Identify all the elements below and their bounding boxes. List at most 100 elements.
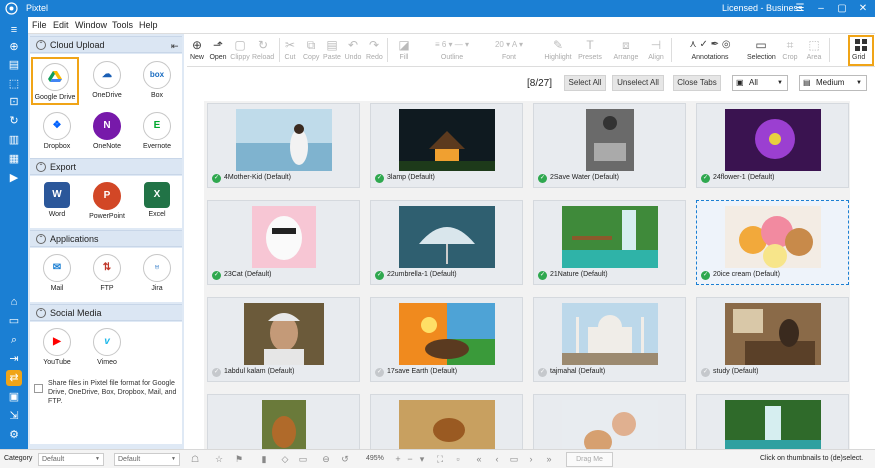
menu-help[interactable]: Help — [139, 20, 158, 30]
evernote-item[interactable]: E Evernote — [133, 108, 181, 156]
menu-tools[interactable]: Tools — [112, 20, 133, 30]
menu-window[interactable]: Window — [75, 20, 107, 30]
export-icon[interactable]: ⇥ — [6, 351, 22, 367]
thumbnail-card[interactable] — [696, 394, 849, 449]
thumbnail-card[interactable]: ✓ 17save Earth (Default) — [370, 297, 523, 382]
clippy-button[interactable]: ▢ Clippy — [229, 36, 251, 66]
annotations-button[interactable]: ⋏ ✓ ✒ ◎ Annotations — [675, 36, 745, 66]
region-icon[interactable]: ⊡ — [6, 94, 22, 110]
history-icon[interactable]: ↺ — [339, 453, 351, 466]
history-icon[interactable]: ↻ — [6, 113, 22, 129]
thumbnail-card[interactable]: ✓ 20ice cream (Default) — [696, 200, 849, 285]
menu-icon[interactable]: ☰ — [792, 1, 808, 16]
align-button[interactable]: ⊣ Align — [645, 36, 667, 66]
select-all-button[interactable]: Select All — [564, 75, 606, 91]
zoom-minus-icon[interactable]: − — [404, 453, 416, 466]
export-header[interactable]: ⌃ Export — [30, 158, 182, 175]
bookmark-icon[interactable]: ▮ — [258, 453, 270, 466]
comment-icon[interactable]: ▭ — [297, 453, 309, 466]
thumbnail-card[interactable]: ✓ 23Cat (Default) — [207, 200, 360, 285]
cut-button[interactable]: ✂ Cut — [283, 36, 297, 66]
page-icon[interactable]: ▭ — [508, 453, 520, 466]
menu-file[interactable]: File — [32, 20, 47, 30]
folder-icon[interactable]: ▭ — [6, 313, 22, 329]
prev-page-icon[interactable]: ‹ — [491, 453, 503, 466]
menu-edit[interactable]: Edit — [53, 20, 69, 30]
crop-button[interactable]: ⌗ Crop — [782, 36, 798, 66]
applications-header[interactable]: ⌃ Applications — [30, 230, 182, 247]
share-format-checkbox[interactable] — [34, 384, 43, 393]
undo-button[interactable]: ↶ Undo — [344, 36, 362, 66]
last-page-icon[interactable]: » — [543, 453, 555, 466]
size-select[interactable]: ▤ Medium ▼ — [799, 75, 867, 91]
add-icon[interactable]: ⊕ — [6, 39, 22, 55]
vimeo-item[interactable]: v Vimeo — [83, 324, 131, 372]
category-select[interactable]: Default ▼ — [38, 453, 104, 466]
thumbnail-card[interactable]: ✓ 21Nature (Default) — [533, 200, 686, 285]
grid-button[interactable]: Grid — [848, 35, 874, 66]
login-icon[interactable]: ⇲ — [6, 408, 22, 424]
search-icon[interactable]: ⌕ — [6, 332, 22, 348]
outline-button[interactable]: ≡ 6 ▾ — ▾ Outline — [422, 36, 482, 66]
new-button[interactable]: ⊕ New — [189, 36, 205, 66]
drag-me-button[interactable]: Drag Me — [566, 452, 613, 467]
scan-icon[interactable]: ▥ — [6, 132, 22, 148]
onenote-item[interactable]: N OneNote — [83, 108, 131, 156]
paste-button[interactable]: ▤ Paste — [323, 36, 341, 66]
screen-capture-icon[interactable]: ⬚ — [6, 76, 22, 92]
open-button[interactable]: ⬏ Open — [208, 36, 228, 66]
star-icon[interactable]: ☆ — [213, 453, 225, 466]
page-icon[interactable]: ▦ — [6, 151, 22, 167]
selection-button[interactable]: ▭ Selection — [747, 36, 776, 66]
thumbnail-card[interactable]: ✓ study (Default) — [696, 297, 849, 382]
highlight-button[interactable]: ✎ Highlight — [543, 36, 573, 66]
presets-button[interactable]: T Presets — [577, 36, 603, 66]
fit-screen-icon[interactable]: ⛶ — [434, 453, 446, 466]
jira-item[interactable]: ♅ Jira — [133, 250, 181, 298]
thumbnail-card[interactable]: ✓ 3lamp (Default) — [370, 103, 523, 188]
arrange-button[interactable]: ⧈ Arrange — [612, 36, 640, 66]
fill-button[interactable]: ◪ Fill — [391, 36, 417, 66]
hamburger-icon[interactable]: ≡ — [6, 22, 22, 38]
mail-item[interactable]: ✉ Mail — [33, 250, 81, 298]
thumbnail-card[interactable]: ✓ 4Mother-Kid (Default) — [207, 103, 360, 188]
powerpoint-item[interactable]: P PowerPoint — [83, 178, 131, 226]
profile-icon[interactable]: ▣ — [6, 389, 22, 405]
thumbnail-card[interactable] — [370, 394, 523, 449]
flag-icon[interactable]: ⚑ — [233, 453, 245, 466]
maximize-icon[interactable]: ▢ — [834, 1, 850, 16]
dropbox-item[interactable]: ❖ Dropbox — [33, 108, 81, 156]
reload-button[interactable]: ↻ Reload — [252, 36, 274, 66]
tag-icon[interactable]: ☖ — [189, 453, 201, 466]
zoom-in-icon[interactable]: + — [392, 453, 404, 466]
thumbnail-card[interactable]: ✓ 24flower-1 (Default) — [696, 103, 849, 188]
next-page-icon[interactable]: › — [525, 453, 537, 466]
settings-icon[interactable]: ⚙ — [6, 427, 22, 443]
home-icon[interactable]: ⌂ — [6, 294, 22, 310]
chevron-down-icon[interactable]: ▾ — [416, 453, 428, 466]
label-icon[interactable]: ◇ — [279, 453, 291, 466]
thumbnail-card[interactable] — [207, 394, 360, 449]
word-item[interactable]: W Word — [33, 178, 81, 226]
minimize-icon[interactable]: – — [813, 1, 829, 16]
cloud-upload-header[interactable]: ⌃ Cloud Upload ⇤ — [30, 36, 182, 53]
social-media-header[interactable]: ⌃ Social Media — [30, 304, 182, 321]
excel-item[interactable]: X Excel — [133, 178, 181, 226]
video-icon[interactable]: ▶ — [6, 170, 22, 186]
collapse-panel-icon[interactable]: ⇤ — [171, 41, 179, 52]
thumbnail-card[interactable] — [533, 394, 686, 449]
area-button[interactable]: ⬚ Area — [804, 36, 824, 66]
zoom-out-icon[interactable]: ⊖ — [320, 453, 332, 466]
filter-select[interactable]: ▣ All ▼ — [732, 75, 788, 91]
thumbnail-card[interactable]: ✓ tajmahal (Default) — [533, 297, 686, 382]
unselect-all-button[interactable]: Unselect All — [612, 75, 664, 91]
copy-button[interactable]: ⧉ Copy — [303, 36, 319, 66]
close-tabs-button[interactable]: Close Tabs — [673, 75, 721, 91]
youtube-item[interactable]: ▶ YouTube — [33, 324, 81, 372]
first-page-icon[interactable]: « — [473, 453, 485, 466]
ftp-item[interactable]: ⇅ FTP — [83, 250, 131, 298]
thumbnail-card[interactable]: ✓ 2Save Water (Default) — [533, 103, 686, 188]
redo-button[interactable]: ↷ Redo — [366, 36, 383, 66]
thumbnail-card[interactable]: ✓ 22umbrella-1 (Default) — [370, 200, 523, 285]
document-icon[interactable]: ▤ — [6, 57, 22, 73]
